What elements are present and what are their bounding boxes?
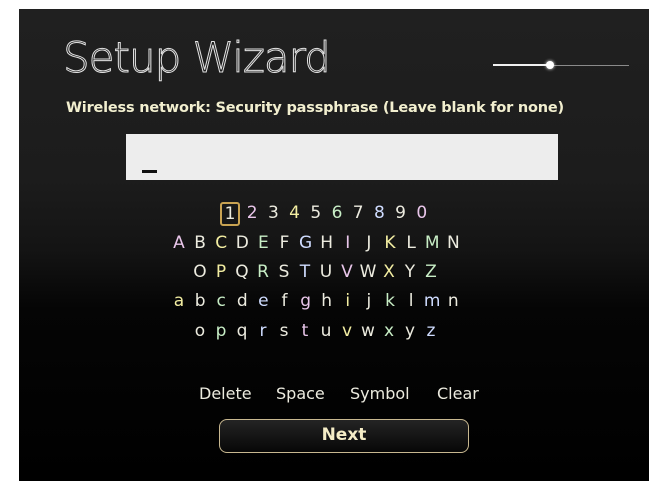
passphrase-input[interactable]: [126, 134, 558, 180]
key-6[interactable]: 6: [326, 202, 348, 224]
key-0[interactable]: 0: [411, 202, 433, 224]
key-K[interactable]: K: [379, 232, 401, 254]
key-b[interactable]: b: [189, 290, 211, 312]
key-F[interactable]: F: [274, 232, 296, 254]
key-X[interactable]: X: [378, 261, 400, 283]
key-W[interactable]: W: [357, 261, 379, 283]
key-a[interactable]: a: [168, 290, 190, 312]
key-Q[interactable]: Q: [231, 261, 253, 283]
key-9[interactable]: 9: [390, 202, 412, 224]
next-button[interactable]: Next: [219, 419, 469, 453]
key-x[interactable]: x: [378, 320, 400, 342]
key-Y[interactable]: Y: [399, 261, 421, 283]
key-n[interactable]: n: [442, 290, 464, 312]
key-C[interactable]: C: [210, 232, 232, 254]
progress-indicator: [546, 61, 555, 69]
key-s[interactable]: s: [273, 320, 295, 342]
key-u[interactable]: u: [315, 320, 337, 342]
text-cursor: [142, 170, 157, 173]
keyboard-actions: Delete Space Symbol Clear: [19, 384, 649, 406]
key-l[interactable]: l: [400, 290, 422, 312]
key-H[interactable]: H: [316, 232, 338, 254]
key-I[interactable]: I: [337, 232, 359, 254]
key-P[interactable]: P: [210, 261, 232, 283]
key-c[interactable]: c: [210, 290, 232, 312]
key-d[interactable]: d: [231, 290, 253, 312]
key-2[interactable]: 2: [241, 202, 263, 224]
key-D[interactable]: D: [231, 232, 253, 254]
clear-button[interactable]: Clear: [437, 384, 479, 403]
key-p[interactable]: p: [210, 320, 232, 342]
key-i[interactable]: i: [337, 290, 359, 312]
key-7[interactable]: 7: [347, 202, 369, 224]
progress-fill: [493, 64, 551, 66]
key-z[interactable]: z: [420, 320, 442, 342]
key-E[interactable]: E: [252, 232, 274, 254]
key-5[interactable]: 5: [305, 202, 327, 224]
key-B[interactable]: B: [189, 232, 211, 254]
keyboard-row: OPQRSTUVWXYZ: [19, 261, 649, 285]
key-1[interactable]: 1: [220, 202, 240, 226]
setup-screen: Setup Wizard Wireless network: Security …: [19, 9, 649, 481]
key-3[interactable]: 3: [262, 202, 284, 224]
symbol-button[interactable]: Symbol: [350, 384, 410, 403]
key-O[interactable]: O: [189, 261, 211, 283]
key-v[interactable]: v: [336, 320, 358, 342]
prompt-label: Wireless network: Security passphrase (L…: [66, 100, 564, 116]
page-title: Setup Wizard: [63, 33, 332, 82]
key-o[interactable]: o: [189, 320, 211, 342]
key-G[interactable]: G: [295, 232, 317, 254]
key-g[interactable]: g: [295, 290, 317, 312]
key-j[interactable]: j: [358, 290, 380, 312]
key-L[interactable]: L: [400, 232, 422, 254]
keyboard-row: opqrstuvwxyz: [19, 320, 649, 344]
keyboard-row: 1234567890: [19, 202, 649, 226]
key-8[interactable]: 8: [368, 202, 390, 224]
key-t[interactable]: t: [294, 320, 316, 342]
key-y[interactable]: y: [399, 320, 421, 342]
key-m[interactable]: m: [421, 290, 443, 312]
key-f[interactable]: f: [274, 290, 296, 312]
key-M[interactable]: M: [421, 232, 443, 254]
key-r[interactable]: r: [252, 320, 274, 342]
key-R[interactable]: R: [252, 261, 274, 283]
key-S[interactable]: S: [273, 261, 295, 283]
space-button[interactable]: Space: [276, 384, 325, 403]
keyboard-row: ABCDEFGHIJKLMN: [19, 232, 649, 256]
key-N[interactable]: N: [442, 232, 464, 254]
key-T[interactable]: T: [294, 261, 316, 283]
delete-button[interactable]: Delete: [199, 384, 252, 403]
key-e[interactable]: e: [252, 290, 274, 312]
key-V[interactable]: V: [336, 261, 358, 283]
key-k[interactable]: k: [379, 290, 401, 312]
key-J[interactable]: J: [358, 232, 380, 254]
key-Z[interactable]: Z: [420, 261, 442, 283]
key-w[interactable]: w: [357, 320, 379, 342]
key-A[interactable]: A: [168, 232, 190, 254]
key-U[interactable]: U: [315, 261, 337, 283]
key-4[interactable]: 4: [284, 202, 306, 224]
keyboard-row: abcdefghijklmn: [19, 290, 649, 314]
key-q[interactable]: q: [231, 320, 253, 342]
key-h[interactable]: h: [316, 290, 338, 312]
